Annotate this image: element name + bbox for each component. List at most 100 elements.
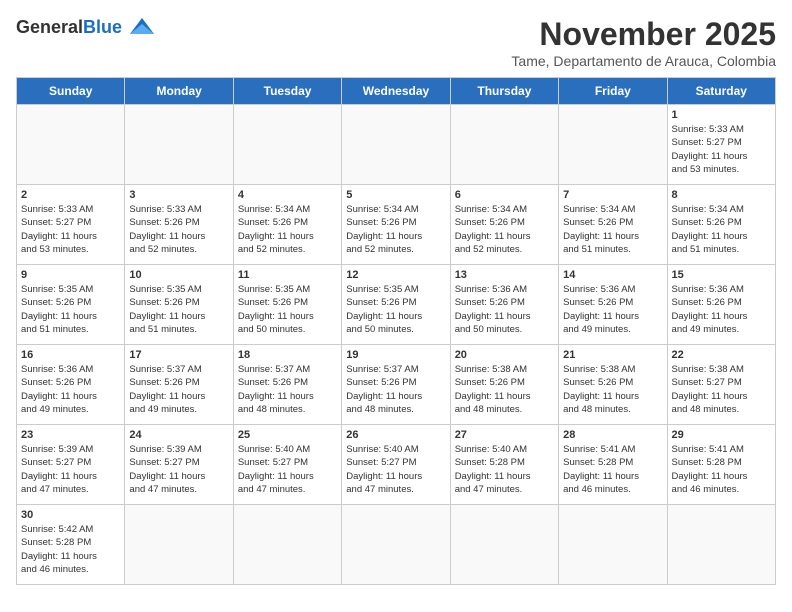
day-header-saturday: Saturday — [667, 78, 775, 105]
day-number: 20 — [455, 349, 554, 361]
cell-info: Sunrise: 5:41 AM Sunset: 5:28 PM Dayligh… — [672, 443, 771, 496]
calendar-cell: 25Sunrise: 5:40 AM Sunset: 5:27 PM Dayli… — [233, 425, 341, 505]
cell-info: Sunrise: 5:40 AM Sunset: 5:28 PM Dayligh… — [455, 443, 554, 496]
calendar-cell: 18 Sunrise: 5:37 AM Sunset: 5:26 PM Dayli… — [233, 345, 341, 425]
day-number: 10 — [129, 269, 228, 281]
day-number: 15 — [672, 269, 771, 281]
cell-info: Sunrise: 5:42 AM Sunset: 5:28 PM Dayligh… — [21, 523, 120, 576]
day-header-wednesday: Wednesday — [342, 78, 450, 105]
logo-blue: Blue — [83, 17, 122, 38]
cell-info: Sunrise: 5:36 AM Sunset: 5:26 PM Dayligh… — [21, 363, 120, 416]
day-number: 9 — [21, 269, 120, 281]
calendar-cell — [233, 105, 341, 185]
calendar-cell — [559, 105, 667, 185]
calendar-cell: 23Sunrise: 5:39 AM Sunset: 5:27 PM Dayli… — [17, 425, 125, 505]
day-number: 17 — [129, 349, 228, 361]
cell-info: Sunrise: 5:38 AM Sunset: 5:26 PM Dayligh… — [563, 363, 662, 416]
day-number: 12 — [346, 269, 445, 281]
calendar-cell: 24Sunrise: 5:39 AM Sunset: 5:27 PM Dayli… — [125, 425, 233, 505]
calendar-cell — [125, 505, 233, 585]
calendar-cell: 30Sunrise: 5:42 AM Sunset: 5:28 PM Dayli… — [17, 505, 125, 585]
logo-general: General — [16, 17, 83, 38]
calendar-cell — [125, 105, 233, 185]
calendar-cell — [450, 105, 558, 185]
calendar-cell — [450, 505, 558, 585]
calendar-cell: 19 Sunrise: 5:37 AM Sunset: 5:26 PM Dayli… — [342, 345, 450, 425]
calendar-cell: 28Sunrise: 5:41 AM Sunset: 5:28 PM Dayli… — [559, 425, 667, 505]
calendar-cell: 21 Sunrise: 5:38 AM Sunset: 5:26 PM Dayli… — [559, 345, 667, 425]
location-title: Tame, Departamento de Arauca, Colombia — [511, 53, 776, 69]
logo: GeneralBlue — [16, 16, 158, 38]
calendar-cell: 26Sunrise: 5:40 AM Sunset: 5:27 PM Dayli… — [342, 425, 450, 505]
logo-icon — [126, 16, 158, 38]
cell-info: Sunrise: 5:38 AM Sunset: 5:27 PM Dayligh… — [672, 363, 771, 416]
calendar-cell — [17, 105, 125, 185]
cell-info: Sunrise: 5:35 AM Sunset: 5:26 PM Dayligh… — [21, 283, 120, 336]
cell-info: Sunrise: 5:37 AM Sunset: 5:26 PM Dayligh… — [346, 363, 445, 416]
calendar-cell: 4Sunrise: 5:34 AM Sunset: 5:26 PM Daylig… — [233, 185, 341, 265]
calendar-cell: 16Sunrise: 5:36 AM Sunset: 5:26 PM Dayli… — [17, 345, 125, 425]
cell-info: Sunrise: 5:33 AM Sunset: 5:26 PM Dayligh… — [129, 203, 228, 256]
day-number: 8 — [672, 189, 771, 201]
day-number: 2 — [21, 189, 120, 201]
calendar-cell: 3 Sunrise: 5:33 AM Sunset: 5:26 PM Daylig… — [125, 185, 233, 265]
day-number: 13 — [455, 269, 554, 281]
day-header-tuesday: Tuesday — [233, 78, 341, 105]
calendar-cell: 17Sunrise: 5:37 AM Sunset: 5:26 PM Dayli… — [125, 345, 233, 425]
calendar-cell: 15 Sunrise: 5:36 AM Sunset: 5:26 PM Dayli… — [667, 265, 775, 345]
cell-info: Sunrise: 5:35 AM Sunset: 5:26 PM Dayligh… — [346, 283, 445, 336]
day-header-friday: Friday — [559, 78, 667, 105]
day-number: 6 — [455, 189, 554, 201]
calendar-cell — [559, 505, 667, 585]
calendar-cell: 7Sunrise: 5:34 AM Sunset: 5:26 PM Daylig… — [559, 185, 667, 265]
day-number: 11 — [238, 269, 337, 281]
header: GeneralBlue November 2025 Tame, Departam… — [16, 16, 776, 69]
cell-info: Sunrise: 5:36 AM Sunset: 5:26 PM Dayligh… — [563, 283, 662, 336]
calendar: SundayMondayTuesdayWednesdayThursdayFrid… — [16, 77, 776, 585]
day-number: 27 — [455, 429, 554, 441]
day-number: 7 — [563, 189, 662, 201]
cell-info: Sunrise: 5:34 AM Sunset: 5:26 PM Dayligh… — [346, 203, 445, 256]
day-header-thursday: Thursday — [450, 78, 558, 105]
day-number: 14 — [563, 269, 662, 281]
calendar-cell — [667, 505, 775, 585]
calendar-cell: 14 Sunrise: 5:36 AM Sunset: 5:26 PM Dayli… — [559, 265, 667, 345]
day-number: 3 — [129, 189, 228, 201]
cell-info: Sunrise: 5:36 AM Sunset: 5:26 PM Dayligh… — [455, 283, 554, 336]
calendar-week-5: 30Sunrise: 5:42 AM Sunset: 5:28 PM Dayli… — [17, 505, 776, 585]
calendar-cell — [233, 505, 341, 585]
calendar-header-row: SundayMondayTuesdayWednesdayThursdayFrid… — [17, 78, 776, 105]
calendar-cell: 27 Sunrise: 5:40 AM Sunset: 5:28 PM Dayli… — [450, 425, 558, 505]
day-number: 21 — [563, 349, 662, 361]
calendar-cell: 11Sunrise: 5:35 AM Sunset: 5:26 PM Dayli… — [233, 265, 341, 345]
calendar-cell: 5 Sunrise: 5:34 AM Sunset: 5:26 PM Daylig… — [342, 185, 450, 265]
day-number: 28 — [563, 429, 662, 441]
calendar-cell: 10 Sunrise: 5:35 AM Sunset: 5:26 PM Dayli… — [125, 265, 233, 345]
cell-info: Sunrise: 5:40 AM Sunset: 5:27 PM Dayligh… — [238, 443, 337, 496]
logo-area: GeneralBlue — [16, 16, 158, 38]
calendar-cell: 8 Sunrise: 5:34 AM Sunset: 5:26 PM Daylig… — [667, 185, 775, 265]
day-number: 18 — [238, 349, 337, 361]
cell-info: Sunrise: 5:34 AM Sunset: 5:26 PM Dayligh… — [238, 203, 337, 256]
calendar-cell: 9 Sunrise: 5:35 AM Sunset: 5:26 PM Daylig… — [17, 265, 125, 345]
calendar-week-2: 9 Sunrise: 5:35 AM Sunset: 5:26 PM Daylig… — [17, 265, 776, 345]
calendar-week-3: 16Sunrise: 5:36 AM Sunset: 5:26 PM Dayli… — [17, 345, 776, 425]
cell-info: Sunrise: 5:38 AM Sunset: 5:26 PM Dayligh… — [455, 363, 554, 416]
cell-info: Sunrise: 5:37 AM Sunset: 5:26 PM Dayligh… — [238, 363, 337, 416]
cell-info: Sunrise: 5:35 AM Sunset: 5:26 PM Dayligh… — [129, 283, 228, 336]
day-number: 5 — [346, 189, 445, 201]
cell-info: Sunrise: 5:34 AM Sunset: 5:26 PM Dayligh… — [672, 203, 771, 256]
day-number: 19 — [346, 349, 445, 361]
calendar-cell — [342, 505, 450, 585]
calendar-cell: 12 Sunrise: 5:35 AM Sunset: 5:26 PM Dayli… — [342, 265, 450, 345]
day-number: 29 — [672, 429, 771, 441]
calendar-cell: 20 Sunrise: 5:38 AM Sunset: 5:26 PM Dayli… — [450, 345, 558, 425]
calendar-cell: 29 Sunrise: 5:41 AM Sunset: 5:28 PM Dayli… — [667, 425, 775, 505]
title-area: November 2025 Tame, Departamento de Arau… — [511, 16, 776, 69]
month-title: November 2025 — [511, 16, 776, 53]
calendar-cell: 2Sunrise: 5:33 AM Sunset: 5:27 PM Daylig… — [17, 185, 125, 265]
day-header-sunday: Sunday — [17, 78, 125, 105]
cell-info: Sunrise: 5:33 AM Sunset: 5:27 PM Dayligh… — [672, 123, 771, 176]
cell-info: Sunrise: 5:36 AM Sunset: 5:26 PM Dayligh… — [672, 283, 771, 336]
calendar-cell — [342, 105, 450, 185]
